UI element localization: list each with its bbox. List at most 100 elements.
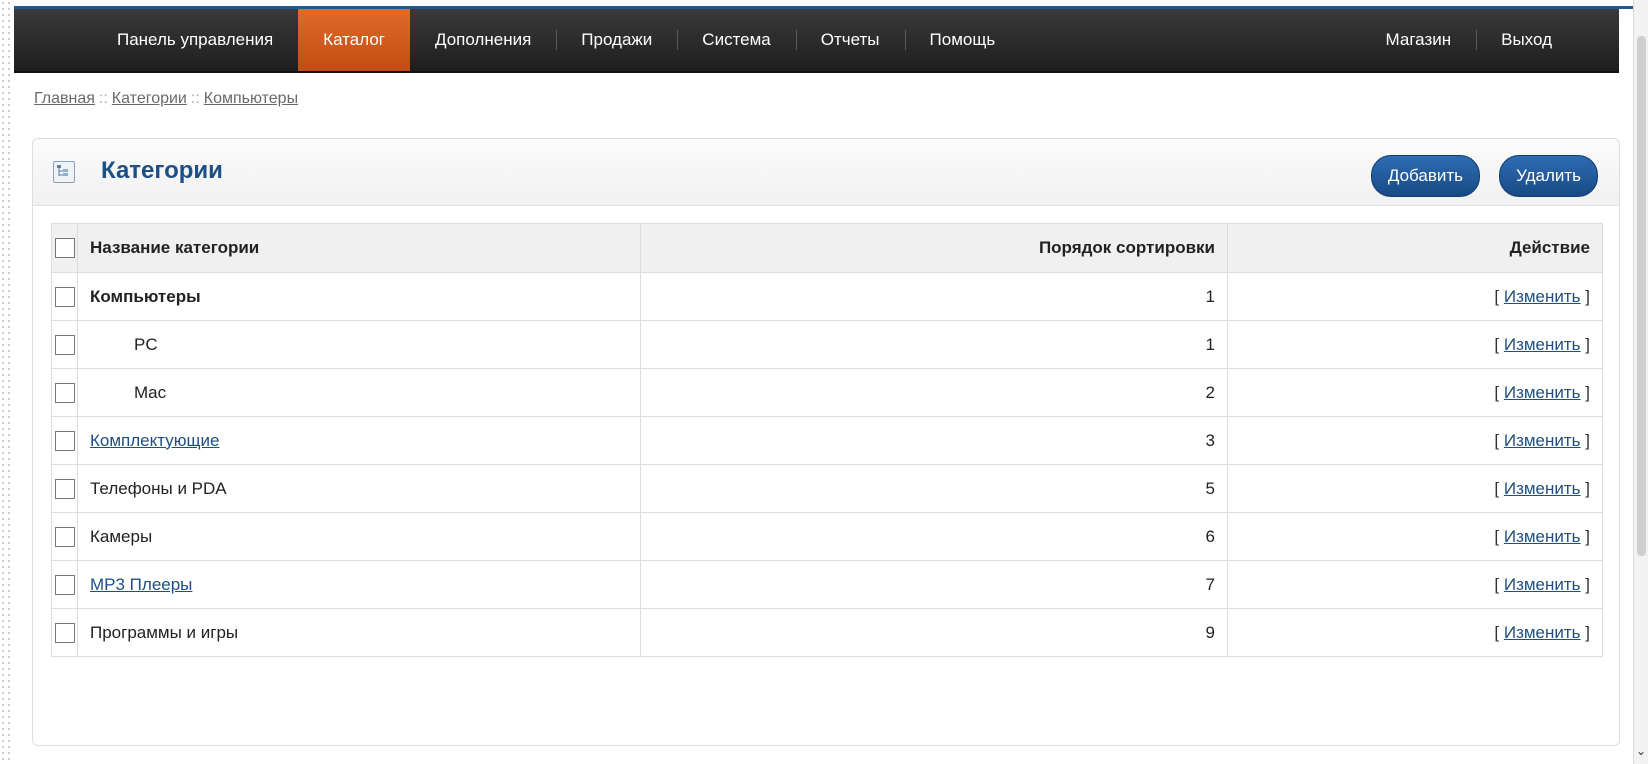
category-name: Mac — [134, 382, 167, 402]
nav-item-5[interactable]: Отчеты — [795, 9, 905, 71]
header-category-name[interactable]: Название категории — [77, 223, 641, 273]
row-checkbox-cell — [51, 464, 78, 513]
sort-order-value: 9 — [640, 608, 1228, 657]
nav-main-menu: Панель управления Каталог Дополнения Продаж… — [92, 9, 1020, 71]
sort-order-value: 3 — [640, 416, 1228, 465]
action-cell: [ Изменить ] — [1227, 608, 1603, 657]
sort-order-value: 2 — [640, 368, 1228, 417]
category-name-cell: Телефоны и PDA — [77, 464, 641, 513]
action-bracket-open: [ — [1494, 430, 1500, 450]
action-bracket-open: [ — [1494, 622, 1500, 642]
row-checkbox-cell — [51, 512, 78, 561]
row-checkbox[interactable] — [54, 382, 75, 403]
action-cell: [ Изменить ] — [1227, 416, 1603, 465]
edit-link[interactable]: Изменить — [1504, 383, 1581, 402]
breadcrumb-home[interactable]: Главная — [34, 90, 95, 107]
edit-link[interactable]: Изменить — [1504, 431, 1581, 450]
top-nav-bar: Панель управления Каталог Дополнения Продаж… — [14, 9, 1619, 73]
edit-link[interactable]: Изменить — [1504, 479, 1581, 498]
top-accent-stripe — [14, 0, 1634, 9]
header-checkbox-cell — [51, 223, 78, 273]
edit-link[interactable]: Изменить — [1504, 287, 1581, 306]
edit-link[interactable]: Изменить — [1504, 575, 1581, 594]
action-cell: [ Изменить ] — [1227, 560, 1603, 609]
category-name: Камеры — [90, 526, 153, 546]
breadcrumb-separator: :: — [190, 90, 200, 107]
panel-header: Категории Добавить Удалить — [33, 139, 1619, 206]
category-name: Программы и игры — [90, 622, 239, 642]
action-cell: [ Изменить ] — [1227, 464, 1603, 513]
action-cell: [ Изменить ] — [1227, 272, 1603, 321]
nav-item-0[interactable]: Панель управления — [92, 9, 298, 71]
breadcrumb-categories[interactable]: Категории — [112, 90, 187, 107]
category-name-cell: Программы и игры — [77, 608, 641, 657]
breadcrumb-computers[interactable]: Компьютеры — [204, 90, 298, 107]
action-bracket-close: ] — [1585, 334, 1590, 354]
category-name-cell: Mac — [77, 368, 641, 417]
nav-item-4[interactable]: Система — [677, 9, 795, 71]
action-cell: [ Изменить ] — [1227, 320, 1603, 369]
row-checkbox[interactable] — [54, 430, 75, 451]
header-sort-order[interactable]: Порядок сортировки — [640, 223, 1228, 273]
table-row: Компьютеры 1[ Изменить ] — [51, 272, 1603, 321]
row-checkbox[interactable] — [54, 478, 75, 499]
edit-link[interactable]: Изменить — [1504, 623, 1581, 642]
row-checkbox-cell — [51, 368, 78, 417]
add-button[interactable]: Добавить — [1370, 155, 1480, 197]
edit-link[interactable]: Изменить — [1504, 335, 1581, 354]
scrollbar-thumb[interactable] — [1637, 36, 1646, 556]
row-checkbox[interactable] — [54, 574, 75, 595]
table-row: Телефоны и PDA 5[ Изменить ] — [51, 464, 1603, 513]
nav-item-logout[interactable]: Выход — [1476, 9, 1577, 71]
table-row: Mac 2[ Изменить ] — [51, 368, 1603, 417]
action-bracket-open: [ — [1494, 526, 1500, 546]
table-row: Камеры 6[ Изменить ] — [51, 512, 1603, 561]
table-row: Комплектующие 3[ Изменить ] — [51, 416, 1603, 465]
nav-item-3[interactable]: Продажи — [556, 9, 677, 71]
category-name-cell: Компьютеры — [77, 272, 641, 321]
action-bracket-close: ] — [1585, 382, 1590, 402]
action-cell: [ Изменить ] — [1227, 368, 1603, 417]
breadcrumb: Главная:: Категории:: Компьютеры — [34, 90, 298, 108]
row-checkbox[interactable] — [54, 622, 75, 643]
categories-table: Название категории Порядок сортировки Де… — [51, 223, 1603, 657]
table-row: MP3 Плееры 7[ Изменить ] — [51, 560, 1603, 609]
action-bracket-close: ] — [1585, 430, 1590, 450]
select-all-checkbox[interactable] — [54, 238, 75, 259]
row-checkbox-cell — [51, 272, 78, 321]
sort-order-value: 1 — [640, 272, 1228, 321]
category-name: PC — [134, 334, 158, 354]
row-checkbox[interactable] — [54, 334, 75, 355]
sort-order-value: 1 — [640, 320, 1228, 369]
nav-item-2[interactable]: Дополнения — [410, 9, 556, 71]
edit-link[interactable]: Изменить — [1504, 527, 1581, 546]
category-name-cell: Комплектующие — [77, 416, 641, 465]
row-checkbox-cell — [51, 416, 78, 465]
action-bracket-open: [ — [1494, 478, 1500, 498]
action-cell: [ Изменить ] — [1227, 512, 1603, 561]
action-bracket-close: ] — [1585, 574, 1590, 594]
sort-order-value: 5 — [640, 464, 1228, 513]
sort-order-value: 7 — [640, 560, 1228, 609]
category-name[interactable]: MP3 Плееры — [90, 575, 192, 594]
nav-item-1[interactable]: Каталог — [298, 9, 410, 71]
row-checkbox[interactable] — [54, 286, 75, 307]
category-name-cell: PC — [77, 320, 641, 369]
action-bracket-open: [ — [1494, 574, 1500, 594]
action-bracket-open: [ — [1494, 286, 1500, 306]
row-checkbox[interactable] — [54, 526, 75, 547]
row-checkbox-cell — [51, 560, 78, 609]
category-tree-icon — [53, 161, 75, 183]
page-left-border — [0, 0, 10, 764]
row-checkbox-cell — [51, 608, 78, 657]
action-bracket-open: [ — [1494, 382, 1500, 402]
nav-item-6[interactable]: Помощь — [904, 9, 1021, 71]
breadcrumb-separator: :: — [98, 90, 108, 107]
action-bracket-close: ] — [1585, 478, 1590, 498]
scroll-down-icon[interactable]: ⌄ — [1636, 744, 1646, 758]
page-scrollbar[interactable]: ⌄ — [1633, 0, 1648, 764]
nav-item-store[interactable]: Магазин — [1361, 9, 1477, 71]
delete-button[interactable]: Удалить — [1499, 155, 1598, 197]
header-action: Действие — [1227, 223, 1603, 273]
category-name[interactable]: Комплектующие — [90, 431, 219, 450]
